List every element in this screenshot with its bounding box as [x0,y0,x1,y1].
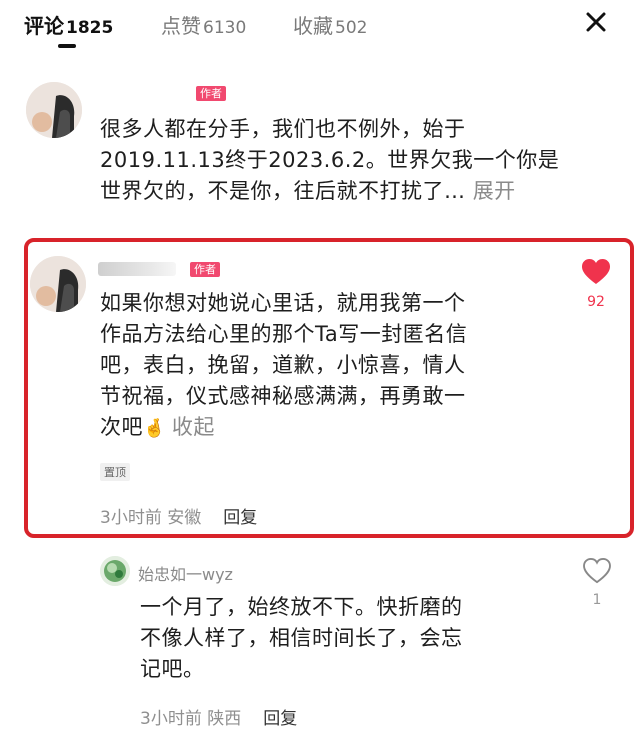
comment-time: 3小时前 [100,508,162,528]
reply-button[interactable]: 回复 [223,508,257,528]
tab-likes[interactable]: 点赞 6130 [161,10,246,39]
tab-favorites[interactable]: 收藏 502 [293,10,367,39]
expand-link[interactable]: 展开 [473,179,516,203]
avatar[interactable] [30,256,86,312]
comment-text: 如果你想对她说心里话，就用我第一个 作品方法给心里的那个Ta写一封匿名信 吧，表… [100,288,467,444]
heart-filled-icon[interactable] [581,258,611,286]
comment-line: 次吧🤞 收起 [100,412,467,444]
comment-line: 作品方法给心里的那个Ta写一封匿名信 [100,322,468,346]
comment-line: 吧，表白，挽留，道歉，小惊喜，情人 [100,353,466,377]
comment-line-text: 世界欠的，不是你，往后就不打扰了… [100,179,466,203]
like-count: 1 [592,592,602,608]
tab-favorites-count: 502 [335,18,368,38]
comment-line: 如果你想对她说心里话，就用我第一个 [100,291,466,315]
avatar[interactable] [26,82,82,138]
reply-location: 陕西 [207,709,242,729]
comment-text: 很多人都在分手，我们也不例外，始于 2019.11.13终于2023.6.2。世… [100,114,559,207]
tab-comments-label: 评论 [24,14,64,38]
like-count: 92 [587,294,605,310]
author-badge: 作者 [190,262,220,277]
comment-line: 节祝福，仪式感神秘感满满，再勇敢一 [100,384,466,408]
collapse-link[interactable]: 收起 [172,415,215,439]
tab-likes-label: 点赞 [161,14,201,38]
tab-comments[interactable]: 评论 1825 [24,10,113,39]
avatar-image [30,256,86,312]
pinned-badge: 置顶 [100,463,130,481]
tab-likes-count: 6130 [203,18,247,38]
reply-button[interactable]: 回复 [263,709,297,729]
author-name-blurred[interactable] [98,262,176,276]
avatar[interactable] [100,556,130,586]
reply-line: 不像人样了，相信时间长了，会忘 [140,626,463,650]
reply-line: 记吧。 [140,657,205,681]
tab-comments-count: 1825 [66,18,114,38]
reply-line: 一个月了，始终放不下。快折磨的 [140,595,463,619]
close-icon[interactable] [580,6,612,38]
heart-outline-icon[interactable] [583,558,611,584]
crossed-fingers-emoji: 🤞 [143,418,166,439]
reply-text: 一个月了，始终放不下。快折磨的 不像人样了，相信时间长了，会忘 记吧。 [140,592,463,685]
reply-meta: 3小时前 陕西 回复 [140,704,297,729]
author-badge: 作者 [196,86,226,101]
comment-line: 2019.11.13终于2023.6.2。世界欠我一个你是 [100,148,560,172]
reply-time: 3小时前 [140,709,202,729]
comment-location: 安徽 [167,508,202,528]
active-tab-indicator [58,44,76,48]
avatar-image [100,556,130,586]
tab-favorites-label: 收藏 [293,14,333,38]
comment-line-text: 次吧 [100,415,143,439]
comment-meta: 3小时前 安徽 回复 [100,503,257,528]
comment-tabs: 评论 1825 点赞 6130 收藏 502 [0,0,643,52]
comments-panel: 评论 1825 点赞 6130 收藏 502 作者 很多人都在分手，我们也不例外，始于… [0,0,643,734]
reply-author-name[interactable]: 始忠如一wyz [138,561,233,585]
comment-line: 很多人都在分手，我们也不例外，始于 [100,117,466,141]
comment-line: 世界欠的，不是你，往后就不打扰了… 展开 [100,176,559,207]
avatar-image [26,82,82,138]
